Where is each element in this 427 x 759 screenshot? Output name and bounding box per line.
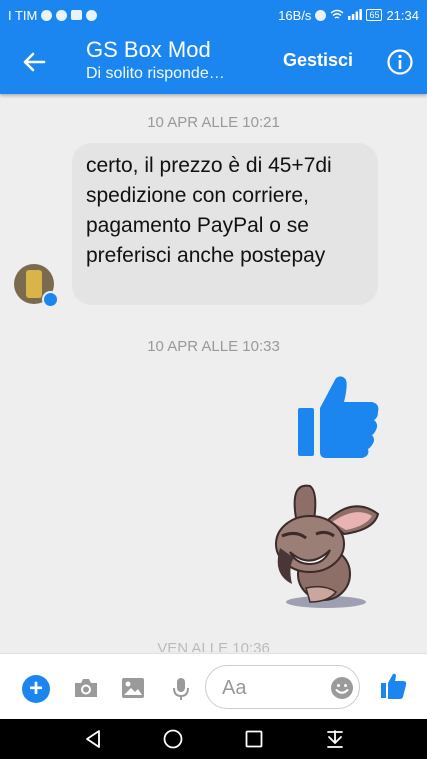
system-nav-bar xyxy=(0,719,427,759)
clock: 21:34 xyxy=(386,7,419,23)
camera-icon xyxy=(75,679,97,697)
like-message[interactable] xyxy=(296,372,380,460)
pull-down-icon xyxy=(327,730,343,748)
info-button[interactable] xyxy=(386,48,414,76)
timestamp: 10 APR ALLE 10:21 xyxy=(147,114,280,131)
notification-app-icon xyxy=(56,9,68,21)
voice-button[interactable] xyxy=(168,676,194,700)
triangle-back-icon xyxy=(86,730,100,748)
emoji-icon xyxy=(331,677,353,699)
camera-button[interactable] xyxy=(73,676,99,700)
net-speed: 16B/s xyxy=(278,7,312,23)
thumbs-up-icon xyxy=(298,376,379,458)
avatar-image xyxy=(26,270,42,298)
contact-info[interactable]: GS Box Mod Di solito risponde… xyxy=(86,37,225,85)
send-like-button[interactable] xyxy=(380,672,408,700)
signal-icon xyxy=(348,8,363,23)
rabbit-sticker-icon xyxy=(275,484,380,608)
sticker-message[interactable] xyxy=(266,478,382,608)
nav-recents-button[interactable] xyxy=(243,728,265,750)
nav-back-button[interactable] xyxy=(82,728,104,750)
square-recents-icon xyxy=(245,730,263,748)
back-button[interactable] xyxy=(18,46,50,78)
message-bubble[interactable]: certo, il prezzo è di 45+7di spedizione … xyxy=(72,143,378,305)
timestamp-partial: VEN ALLE 10:36 xyxy=(157,640,270,652)
thumbs-up-icon xyxy=(381,673,407,699)
notification-check-icon xyxy=(86,9,98,21)
plus-icon: + xyxy=(28,675,43,702)
nav-notifications-button[interactable] xyxy=(324,728,346,750)
message-composer: + xyxy=(0,653,427,720)
message-input[interactable] xyxy=(220,674,324,702)
status-left: I TIM xyxy=(8,7,98,23)
messenger-badge-icon xyxy=(42,291,59,308)
status-bar: I TIM 16B/s 65 21:34 xyxy=(0,0,427,30)
message-input-box[interactable] xyxy=(205,665,360,709)
conversation-header: GS Box Mod Di solito risponde… Gestisci xyxy=(0,30,427,94)
arrow-left-icon xyxy=(23,52,46,72)
microphone-icon xyxy=(173,678,189,700)
info-icon xyxy=(387,49,413,75)
image-icon xyxy=(122,678,144,698)
manage-button[interactable]: Gestisci xyxy=(283,50,353,71)
contact-status: Di solito risponde… xyxy=(86,65,225,82)
wifi-icon xyxy=(330,8,344,23)
timestamp: 10 APR ALLE 10:33 xyxy=(147,338,280,355)
emoji-button[interactable] xyxy=(330,676,354,700)
nav-home-button[interactable] xyxy=(162,728,184,750)
notification-heart-icon xyxy=(41,9,53,21)
status-right: 16B/s 65 21:34 xyxy=(278,8,419,23)
gallery-button[interactable] xyxy=(120,676,146,700)
carrier-label: I TIM xyxy=(8,7,38,23)
notification-mail-icon xyxy=(71,10,83,20)
circle-home-icon xyxy=(163,729,183,749)
contact-name: GS Box Mod xyxy=(86,37,211,62)
more-actions-button[interactable]: + xyxy=(22,675,50,703)
alarm-icon xyxy=(315,9,327,21)
battery-indicator: 65 xyxy=(366,9,383,21)
